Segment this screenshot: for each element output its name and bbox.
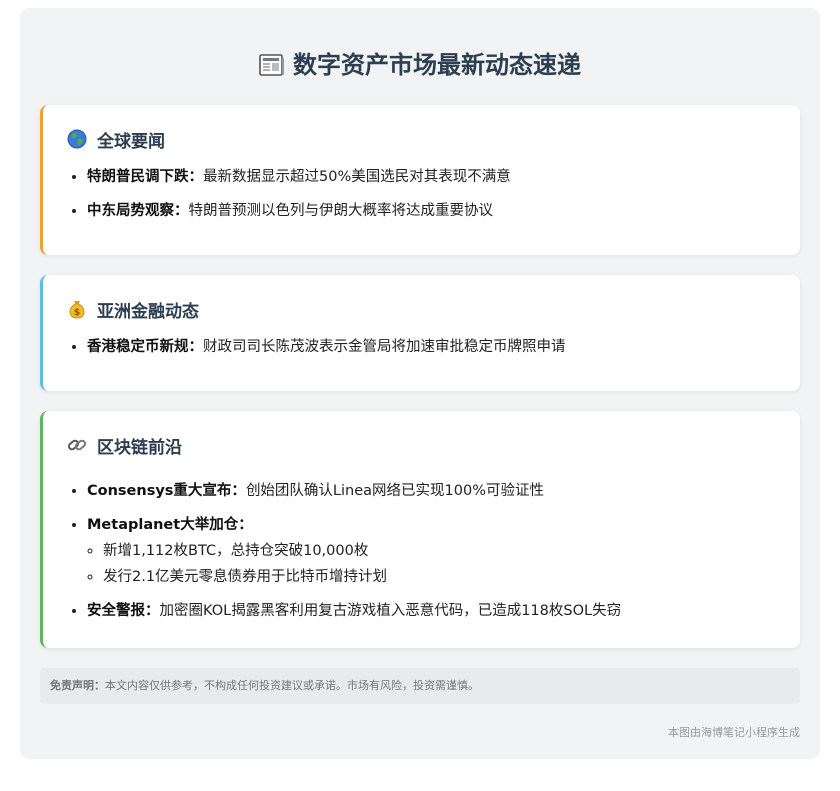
svg-text:$: $ [74, 308, 80, 318]
newspaper-icon [259, 54, 284, 76]
section-title: 全球要闻 [97, 131, 165, 152]
section-list: Consensys重大宣布：创始团队确认Linea网络已实现100%可验证性 M… [67, 481, 621, 635]
page-title: 数字资产市场最新动态速递 [293, 51, 581, 79]
money-bag-icon: $ [69, 301, 85, 319]
item-label: 中东局势观察： [87, 203, 189, 219]
item-label: 香港稳定币新规： [87, 339, 203, 355]
chain-link-icon [67, 439, 87, 451]
page-card: 数字资产市场最新动态速递 全球要闻 特朗普民调下跌：最新数据显示超过50%美国选… [20, 8, 820, 759]
section-card-asia: $ 亚洲金融动态 香港稳定币新规：财政司司长陈茂波表示金管局将加速审批稳定币牌照… [40, 275, 800, 391]
section-header: 全球要闻 [67, 125, 165, 153]
sub-list-item: 发行2.1亿美元零息债券用于比特币增持计划 [103, 567, 621, 587]
list-item: 安全警报：加密圈KOL揭露黑客利用复古游戏植入恶意代码，已造成118枚SOL失窃 [87, 601, 621, 621]
list-item: Consensys重大宣布：创始团队确认Linea网络已实现100%可验证性 [87, 481, 621, 501]
disclaimer-label: 免责声明： [50, 679, 105, 692]
section-title: 亚洲金融动态 [97, 301, 199, 322]
item-text: 最新数据显示超过50%美国选民对其表现不满意 [203, 169, 511, 185]
section-header: 区块链前沿 [67, 431, 182, 459]
globe-icon [67, 129, 87, 149]
item-text: 加密圈KOL揭露黑客利用复古游戏植入恶意代码，已造成118枚SOL失窃 [159, 603, 622, 619]
list-item: 中东局势观察：特朗普预测以色列与伊朗大概率将达成重要协议 [87, 201, 511, 221]
disclaimer: 免责声明：本文内容仅供参考，不构成任何投资建议或承诺。市场有风险，投资需谨慎。 [40, 668, 800, 704]
sub-list: 新增1,112枚BTC，总持仓突破10,000枚 发行2.1亿美元零息债券用于比… [87, 541, 621, 587]
list-item: Metaplanet大举加仓： 新增1,112枚BTC，总持仓突破10,000枚… [87, 515, 621, 587]
section-list: 香港稳定币新规：财政司司长陈茂波表示金管局将加速审批稳定币牌照申请 [67, 337, 566, 371]
disclaimer-text: 本文内容仅供参考，不构成任何投资建议或承诺。市场有风险，投资需谨慎。 [105, 679, 479, 692]
item-label: Metaplanet大举加仓： [87, 517, 253, 533]
page-title-row: 数字资产市场最新动态速递 [20, 48, 820, 82]
item-label: 安全警报： [87, 603, 160, 619]
item-text: 创始团队确认Linea网络已实现100%可验证性 [245, 483, 544, 499]
section-list: 特朗普民调下跌：最新数据显示超过50%美国选民对其表现不满意 中东局势观察：特朗… [67, 167, 511, 235]
list-item: 特朗普民调下跌：最新数据显示超过50%美国选民对其表现不满意 [87, 167, 511, 187]
item-label: 特朗普民调下跌： [87, 169, 203, 185]
footer-note: 本图由海博笔记小程序生成 [668, 726, 800, 739]
item-text: 财政司司长陈茂波表示金管局将加速审批稳定币牌照申请 [203, 339, 566, 355]
section-header: $ 亚洲金融动态 [67, 295, 199, 323]
list-item: 香港稳定币新规：财政司司长陈茂波表示金管局将加速审批稳定币牌照申请 [87, 337, 566, 357]
sub-list-item: 新增1,112枚BTC，总持仓突破10,000枚 [103, 541, 621, 561]
section-card-global: 全球要闻 特朗普民调下跌：最新数据显示超过50%美国选民对其表现不满意 中东局势… [40, 105, 800, 255]
section-title: 区块链前沿 [97, 437, 182, 458]
section-card-blockchain: 区块链前沿 Consensys重大宣布：创始团队确认Linea网络已实现100%… [40, 411, 800, 648]
item-text: 特朗普预测以色列与伊朗大概率将达成重要协议 [188, 203, 494, 219]
item-label: Consensys重大宣布： [87, 483, 246, 499]
